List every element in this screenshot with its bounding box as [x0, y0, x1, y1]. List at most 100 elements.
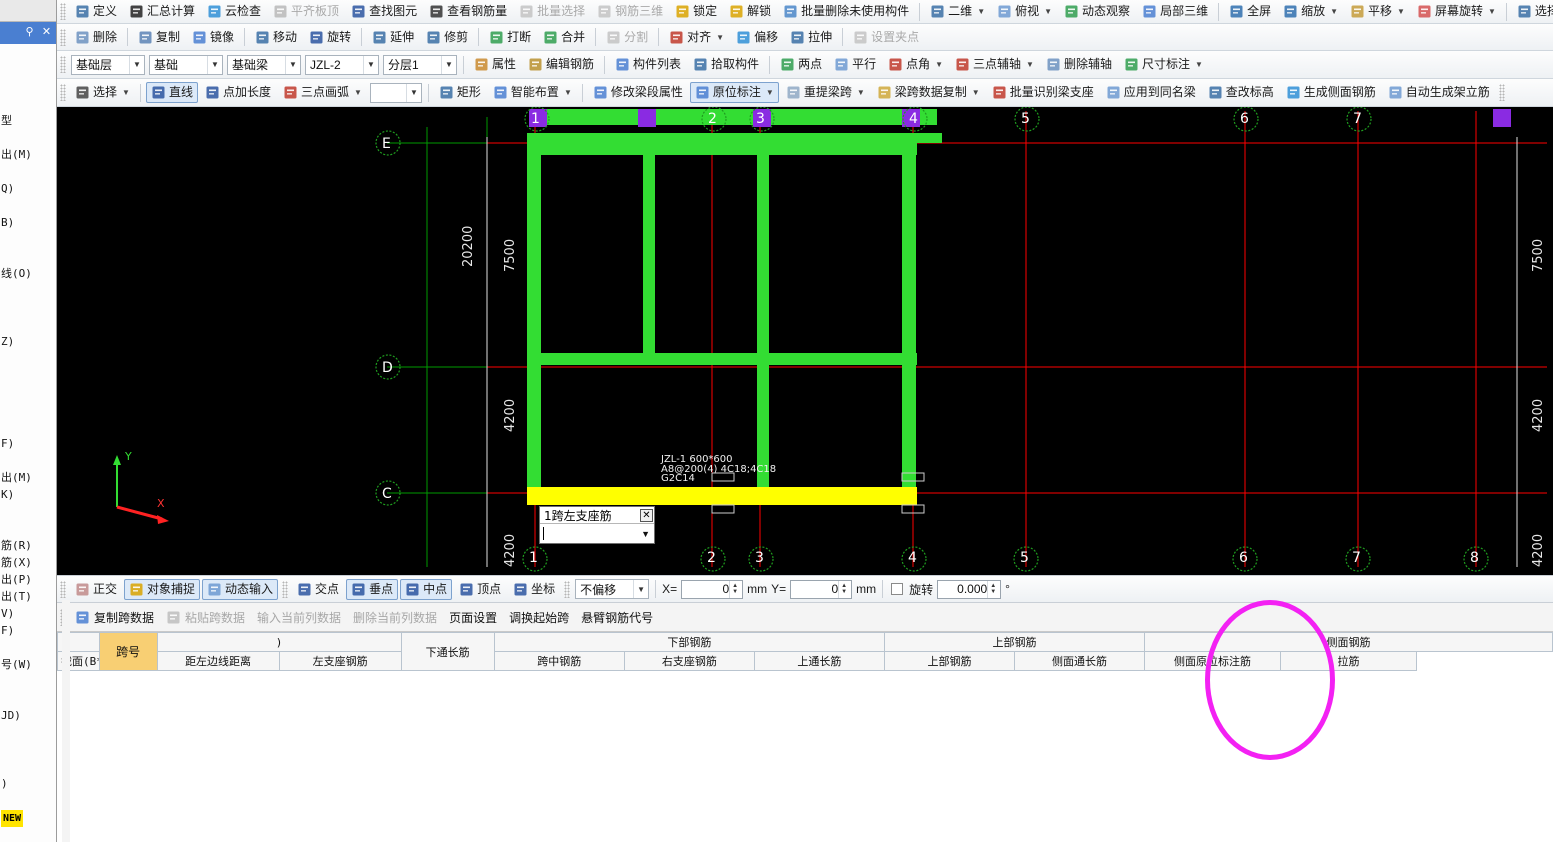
toolbar-item-2d[interactable]: 二维 ▼	[925, 1, 990, 22]
toolbar-item-dimension[interactable]: 尺寸标注 ▼	[1119, 54, 1208, 75]
chevron-down-icon[interactable]: ▼	[1044, 1, 1052, 22]
combo-category[interactable]: 基础 ▼	[149, 54, 223, 75]
table-toolbar[interactable]: 复制跨数据 粘贴跨数据 输入当前列数据 删除当前列数据 页面设置 调换起始跨 悬臂钢筋代号	[57, 603, 1553, 632]
combo-draw-mode[interactable]: ▼	[369, 82, 422, 103]
combo-floor[interactable]: 基础层 ▼	[71, 54, 145, 75]
chevron-down-icon[interactable]: ▼	[1195, 54, 1203, 75]
toolbar-item-point-length[interactable]: 点加长度	[200, 82, 276, 103]
snap-toggle-intersection-snap[interactable]: 交点	[292, 579, 344, 600]
left-menu-item[interactable]: 出(M)	[0, 469, 56, 486]
chevron-down-icon[interactable]: ▼	[405, 83, 421, 102]
chevron-down-icon[interactable]: ▼	[641, 529, 653, 539]
left-menu-item[interactable]: B)	[0, 214, 56, 231]
left-menu-item[interactable]: 出(M)	[0, 146, 56, 163]
left-menu-item[interactable]: NEW	[0, 809, 56, 827]
table-tool-页面设置[interactable]: 页面设置	[443, 609, 503, 626]
toolbar-item-mirror[interactable]: 镜像	[187, 27, 239, 48]
chevron-down-icon[interactable]: ▼	[935, 54, 943, 75]
left-menu-item[interactable]: K)	[0, 486, 56, 503]
left-menu-item[interactable]: 筋(R)	[0, 537, 56, 554]
toolbar-item-generate-side-rebar[interactable]: 生成侧面钢筋	[1281, 82, 1381, 103]
toolbar-item-three-point-axis[interactable]: 三点辅轴 ▼	[950, 54, 1039, 75]
chevron-down-icon[interactable]: ▼	[122, 82, 130, 103]
toolbar-item-lock[interactable]: 锁定	[670, 1, 722, 22]
left-menu-item[interactable]: 筋(X)	[0, 554, 56, 571]
table-header-侧面钢筋[interactable]: 侧面钢筋	[1144, 632, 1553, 652]
toolbar-gripper[interactable]	[282, 580, 289, 598]
x-input[interactable]: 0 ▲ ▼	[681, 579, 744, 599]
status-toggle-ortho[interactable]: 正交	[70, 579, 122, 600]
table-subheader-拉筋[interactable]: 拉筋	[1279, 651, 1417, 671]
close-icon[interactable]: ✕	[39, 25, 54, 40]
table-header-下部钢筋[interactable]: 下部钢筋	[493, 632, 885, 652]
combo-member-type[interactable]: 基础梁 ▼	[227, 54, 301, 75]
toolbar-item-extend[interactable]: 延伸	[367, 27, 419, 48]
toolbar-item-auto-erection-bar[interactable]: 自动生成架立筋	[1383, 82, 1495, 103]
left-menu-items[interactable]: 型 出(M) Q) B) 线(O) Z) F) 出(M) K) 筋(R) 筋(X) 出…	[0, 112, 56, 827]
chevron-down-icon[interactable]: ▼	[441, 55, 456, 74]
toolbar-item-view-rebar[interactable]: 查看钢筋量	[424, 1, 512, 22]
table-subheader-跨中钢筋[interactable]: 跨中钢筋	[493, 651, 625, 671]
y-input[interactable]: 0 ▲ ▼	[790, 579, 853, 599]
span-table[interactable]: 跨号)下通长筋下部钢筋上部钢筋侧面钢筋 截面(B*H)距左边线距离左支座钢筋跨中…	[57, 632, 1553, 671]
toolbar-item-zoom[interactable]: 缩放 ▼	[1278, 1, 1343, 22]
rotate-checkbox[interactable]	[891, 583, 904, 595]
toolbar-item-local-3d[interactable]: 局部三维	[1137, 1, 1213, 22]
left-menu-panel[interactable]: ⚲ ✕ 型 出(M) Q) B) 线(O) Z) F) 出(M) K) 筋(R) 筋…	[0, 0, 57, 842]
toolbar-item-three-point-arc[interactable]: 三点画弧 ▼	[278, 82, 367, 103]
toolbar-gripper[interactable]	[60, 580, 66, 598]
table-header-上部钢筋[interactable]: 上部钢筋	[883, 632, 1146, 652]
spinner-icon[interactable]: ▲ ▼	[729, 580, 740, 598]
edit-toolbar[interactable]: 删除 复制 镜像 移动 旋转 延伸 修剪 打断 合并 分割 对齐 ▼ 偏移 拉伸 设置夹点	[57, 24, 1553, 51]
chevron-down-icon[interactable]: ▼	[354, 82, 362, 103]
table-subheader-距左边线距离[interactable]: 距左边线距离	[156, 651, 280, 671]
combo-layer[interactable]: 分层1 ▼	[383, 54, 457, 75]
inplace-edit-popup[interactable]: 1跨左支座筋 ✕ ▼	[539, 506, 655, 544]
toolbar-item-unlock[interactable]: 解锁	[724, 1, 776, 22]
chevron-down-icon[interactable]: ▼	[1330, 1, 1338, 22]
main-toolbar[interactable]: 定义 汇总计算 云检查 平齐板顶 查找图元 查看钢筋量 批量选择 钢筋三维 锁定 解锁 批量删除未使…	[57, 0, 1553, 24]
left-menu-item[interactable]: Q)	[0, 180, 56, 197]
toolbar-item-copy-span-data[interactable]: 梁跨数据复制 ▼	[872, 82, 985, 103]
table-tool-悬臂钢筋代号[interactable]: 悬臂钢筋代号	[575, 609, 659, 626]
toolbar-item-two-point[interactable]: 两点	[775, 54, 827, 75]
left-menu-item[interactable]: )	[0, 775, 56, 792]
close-icon[interactable]: ✕	[640, 508, 653, 522]
combo-member-name[interactable]: JZL-2 ▼	[305, 54, 379, 75]
combo-offset-mode[interactable]: 不偏移 ▼	[575, 579, 650, 599]
toolbar-item-stretch[interactable]: 拉伸	[785, 27, 837, 48]
chevron-down-icon[interactable]: ▼	[1397, 1, 1405, 22]
snap-toggle-coordinate-snap[interactable]: 坐标	[508, 579, 560, 600]
table-subheader-左支座钢筋[interactable]: 左支座钢筋	[278, 651, 402, 671]
snap-toggle-midpoint-snap[interactable]: 中点	[400, 578, 453, 600]
toolbar-item-batch-identify-support[interactable]: 批量识别梁支座	[987, 82, 1099, 103]
status-bar[interactable]: 正交 对象捕捉 动态输入 交点 垂点 中点 顶点 坐标 不偏移 ▼ X= 0 ▲ ▼ mm Y= 0 ▲ ▼ mm 旋转…	[57, 575, 1553, 603]
table-tool-调换起始跨[interactable]: 调换起始跨	[503, 609, 575, 626]
panel-dock-bar[interactable]: ⚲ ✕	[0, 22, 56, 44]
toolbar-item-binoculars[interactable]: 查找图元	[346, 1, 422, 22]
toolbar-item-pan[interactable]: 平移 ▼	[1345, 1, 1410, 22]
draw-toolbar[interactable]: 选择 ▼ 直线 点加长度 三点画弧 ▼ ▼ 矩形 智能布置 ▼ 修改梁段属性 原位标注 ▼ 重提梁跨 ▼ 梁跨…	[57, 79, 1553, 107]
spinner-icon[interactable]: ▲ ▼	[987, 580, 998, 598]
status-toggle-dyninput[interactable]: 动态输入	[202, 578, 279, 600]
left-menu-item[interactable]: 号(W)	[0, 656, 56, 673]
left-menu-item[interactable]: JD)	[0, 707, 56, 724]
toolbar-item-trim[interactable]: 修剪	[421, 27, 473, 48]
toolbar-item-select-floor[interactable]: 选择楼层	[1512, 1, 1553, 22]
toolbar-item-point-angle[interactable]: 点角 ▼	[883, 54, 948, 75]
toolbar-item-edit-rebar[interactable]: 编辑钢筋	[523, 54, 599, 75]
snap-toggle-vertex-snap[interactable]: 顶点	[454, 579, 506, 600]
table-subheader-右支座钢筋[interactable]: 右支座钢筋	[623, 651, 755, 671]
toolbar-item-smart-layout[interactable]: 智能布置 ▼	[488, 82, 577, 103]
inplace-edit-body[interactable]: ▼	[540, 524, 654, 543]
chevron-down-icon[interactable]: ▼	[1488, 1, 1496, 22]
drawing-canvas[interactable]: 1 2 3 4 5 6 7 1 2 3 4 5 6 7 8 E D C 20200 7500 4200 4200 7500 4…	[57, 107, 1553, 575]
member-toolbar[interactable]: 基础层 ▼ 基础 ▼ 基础梁 ▼ JZL-2 ▼ 分层1 ▼ 属性 编辑钢筋 构件列表 拾取构件 两点 平行点…	[57, 51, 1553, 79]
table-subheader-上部钢筋[interactable]: 上部钢筋	[883, 651, 1015, 671]
table-tool-复制跨数据[interactable]: 复制跨数据	[69, 609, 160, 626]
toolbar-item-topview[interactable]: 俯视 ▼	[992, 1, 1057, 22]
toolbar-item-delete[interactable]: 删除	[70, 27, 122, 48]
snap-toggle-perpendicular-snap[interactable]: 垂点	[346, 578, 399, 600]
toolbar-gripper[interactable]	[60, 84, 66, 101]
toolbar-item-rotate[interactable]: 旋转	[304, 27, 356, 48]
